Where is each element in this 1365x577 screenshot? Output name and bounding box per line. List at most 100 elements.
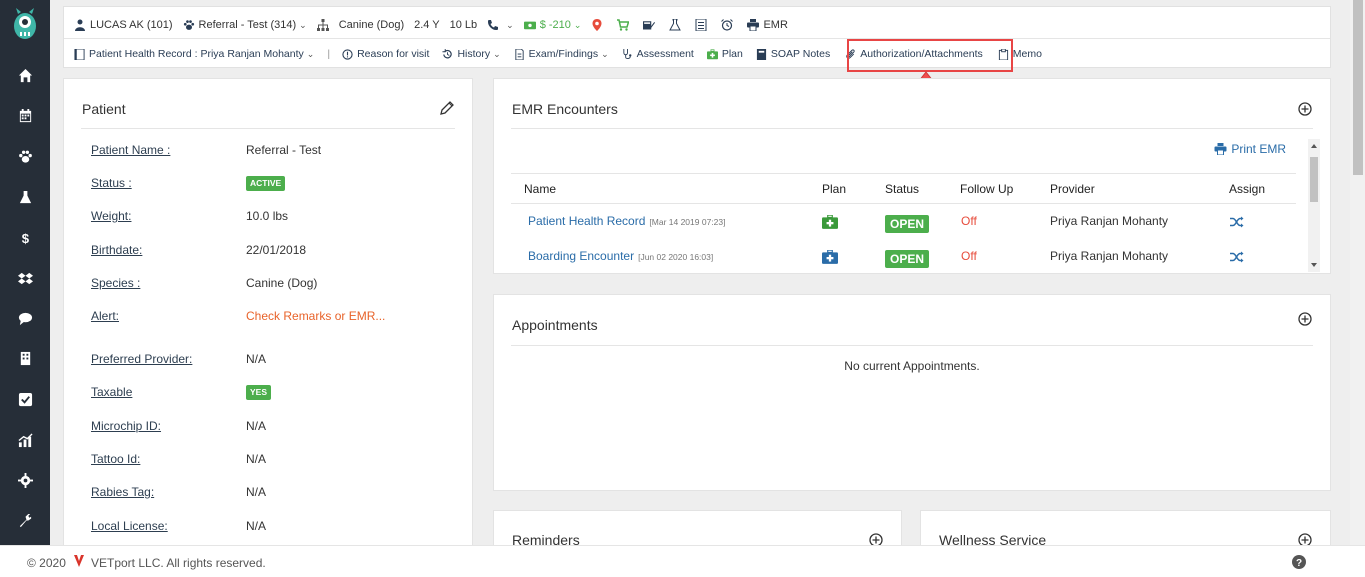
paw-icon[interactable]: [0, 144, 50, 168]
encounter-link[interactable]: Boarding Encounter [Jun 02 2020 16:03]: [528, 249, 713, 263]
empty-appointments: No current Appointments.: [844, 359, 980, 373]
reminder-button[interactable]: [721, 19, 737, 31]
patient-panel: Patient Patient Name : Referral - Test St…: [63, 78, 473, 548]
copyright-year: © 2020: [27, 556, 66, 570]
page-scrollbar[interactable]: [1350, 0, 1365, 545]
field-label: Taxable: [91, 385, 133, 399]
panel-divider: [511, 128, 1313, 129]
page-scroll-thumb[interactable]: [1353, 0, 1363, 175]
flask-icon[interactable]: [0, 185, 50, 209]
field-label: Microchip ID:: [91, 419, 162, 433]
field-alert: Alert: Check Remarks or EMR...: [91, 309, 385, 323]
alert-link[interactable]: Check Remarks or EMR...: [246, 309, 385, 323]
field-species: Species : Canine (Dog): [91, 276, 317, 290]
soap-link[interactable]: SOAP Notes: [756, 48, 830, 60]
exclamation-circle-icon: [342, 48, 353, 60]
invoice-button[interactable]: [643, 19, 659, 31]
money-icon: [523, 21, 536, 30]
nav-separator: |: [327, 48, 331, 60]
field-value: N/A: [246, 452, 267, 466]
flask-icon: [669, 19, 682, 31]
field-value: Canine (Dog): [246, 276, 318, 290]
exam-dropdown[interactable]: Exam/Findings ⌄: [514, 48, 609, 60]
home-icon[interactable]: [0, 63, 50, 87]
emr-encounters-panel: EMR Encounters Print EMR Name Plan Statu…: [493, 78, 1331, 274]
soap-label: SOAP Notes: [770, 48, 831, 60]
field-label: Alert:: [91, 309, 120, 323]
col-header: Name: [524, 182, 557, 196]
field-label: Local License:: [91, 519, 168, 533]
dropbox-icon[interactable]: [0, 266, 50, 290]
status-badge: OPEN: [885, 250, 930, 268]
history-dropdown[interactable]: History ⌄: [442, 48, 501, 60]
plan-link[interactable]: Plan: [706, 48, 743, 60]
location-button[interactable]: [591, 19, 607, 31]
header-divider: [64, 38, 1330, 39]
print-emr-button[interactable]: EMR: [747, 19, 788, 31]
random-icon[interactable]: [1230, 251, 1244, 263]
building-icon[interactable]: [0, 346, 50, 370]
field-value: N/A: [246, 519, 267, 533]
record-dropdown[interactable]: Patient Health Record : Priya Ranjan Moh…: [74, 48, 314, 60]
assessment-link[interactable]: Assessment: [622, 48, 694, 60]
print-icon: [747, 19, 760, 31]
chart-icon[interactable]: [0, 428, 50, 452]
patient-summary-row: LUCAS AK (101) Referral - Test (314) ⌄ Ca…: [74, 16, 798, 34]
reason-link[interactable]: Reason for visit: [342, 48, 429, 60]
add-appointment-icon[interactable]: [1298, 312, 1312, 326]
scroll-up-icon[interactable]: [1311, 144, 1317, 148]
field-local-license: Local License: N/A: [91, 519, 266, 533]
follow-up-toggle[interactable]: Off: [961, 249, 977, 263]
gear-icon[interactable]: [0, 468, 50, 492]
panel-divider: [81, 128, 455, 129]
phone-dropdown[interactable]: ⌄: [487, 19, 514, 31]
follow-up-toggle[interactable]: Off: [961, 214, 977, 228]
field-value: N/A: [246, 419, 267, 433]
field-preferred-provider: Preferred Provider: N/A: [91, 352, 266, 366]
cart-button[interactable]: [617, 19, 633, 31]
client-link[interactable]: LUCAS AK (101): [74, 19, 173, 31]
field-tattoo: Tattoo Id: N/A: [91, 452, 266, 466]
medkit-icon[interactable]: [822, 215, 838, 229]
book-icon: [74, 48, 85, 60]
calendar-icon[interactable]: [0, 103, 50, 127]
dollar-icon[interactable]: $: [0, 226, 50, 250]
col-header: Assign: [1229, 182, 1266, 196]
emr-panel-title: EMR Encounters: [512, 101, 618, 117]
balance-value: $ -210: [539, 19, 571, 31]
memo-label: Memo: [1012, 48, 1042, 60]
panel-divider: [511, 345, 1313, 346]
chevron-down-icon: ⌄: [601, 48, 609, 59]
patient-name: Referral - Test (314): [198, 19, 297, 31]
wrench-icon[interactable]: [0, 508, 50, 532]
col-header: Follow Up: [960, 182, 1014, 196]
field-label: Preferred Provider:: [91, 352, 193, 366]
checkbox-icon[interactable]: [0, 387, 50, 411]
pencil-icon[interactable]: [440, 101, 454, 115]
scroll-thumb[interactable]: [1310, 157, 1318, 202]
patient-dropdown[interactable]: Referral - Test (314) ⌄: [183, 19, 307, 31]
help-icon[interactable]: ?: [1292, 555, 1306, 569]
encounter-link[interactable]: Patient Health Record [Mar 14 2019 07:23]: [528, 214, 726, 228]
print-emr-link[interactable]: Print EMR: [1214, 142, 1286, 156]
stethoscope-icon: [623, 48, 632, 59]
col-header: Status: [885, 182, 920, 196]
reminders-panel: Reminders: [493, 510, 902, 550]
calculator-edit-icon: [643, 21, 656, 30]
emr-scrollbar[interactable]: [1308, 139, 1320, 272]
col-header: Plan: [822, 182, 847, 196]
random-icon[interactable]: [1230, 216, 1244, 228]
vetport-logo[interactable]: [10, 6, 40, 42]
patient-panel-title: Patient: [82, 101, 126, 117]
status-badge: OPEN: [885, 215, 930, 233]
medkit-icon[interactable]: [822, 250, 838, 264]
footer: © 2020 VETport LLC. All rights reserved.…: [0, 545, 1365, 577]
lab-button[interactable]: [669, 19, 685, 31]
scroll-down-icon[interactable]: [1311, 263, 1317, 267]
add-encounter-icon[interactable]: [1298, 102, 1312, 116]
encounter-name: Patient Health Record: [528, 214, 646, 228]
chevron-down-icon: ⌄: [493, 48, 501, 59]
chat-icon[interactable]: [0, 306, 50, 330]
records-button[interactable]: [695, 19, 711, 31]
balance-dropdown[interactable]: $ -210 ⌄: [523, 19, 581, 31]
